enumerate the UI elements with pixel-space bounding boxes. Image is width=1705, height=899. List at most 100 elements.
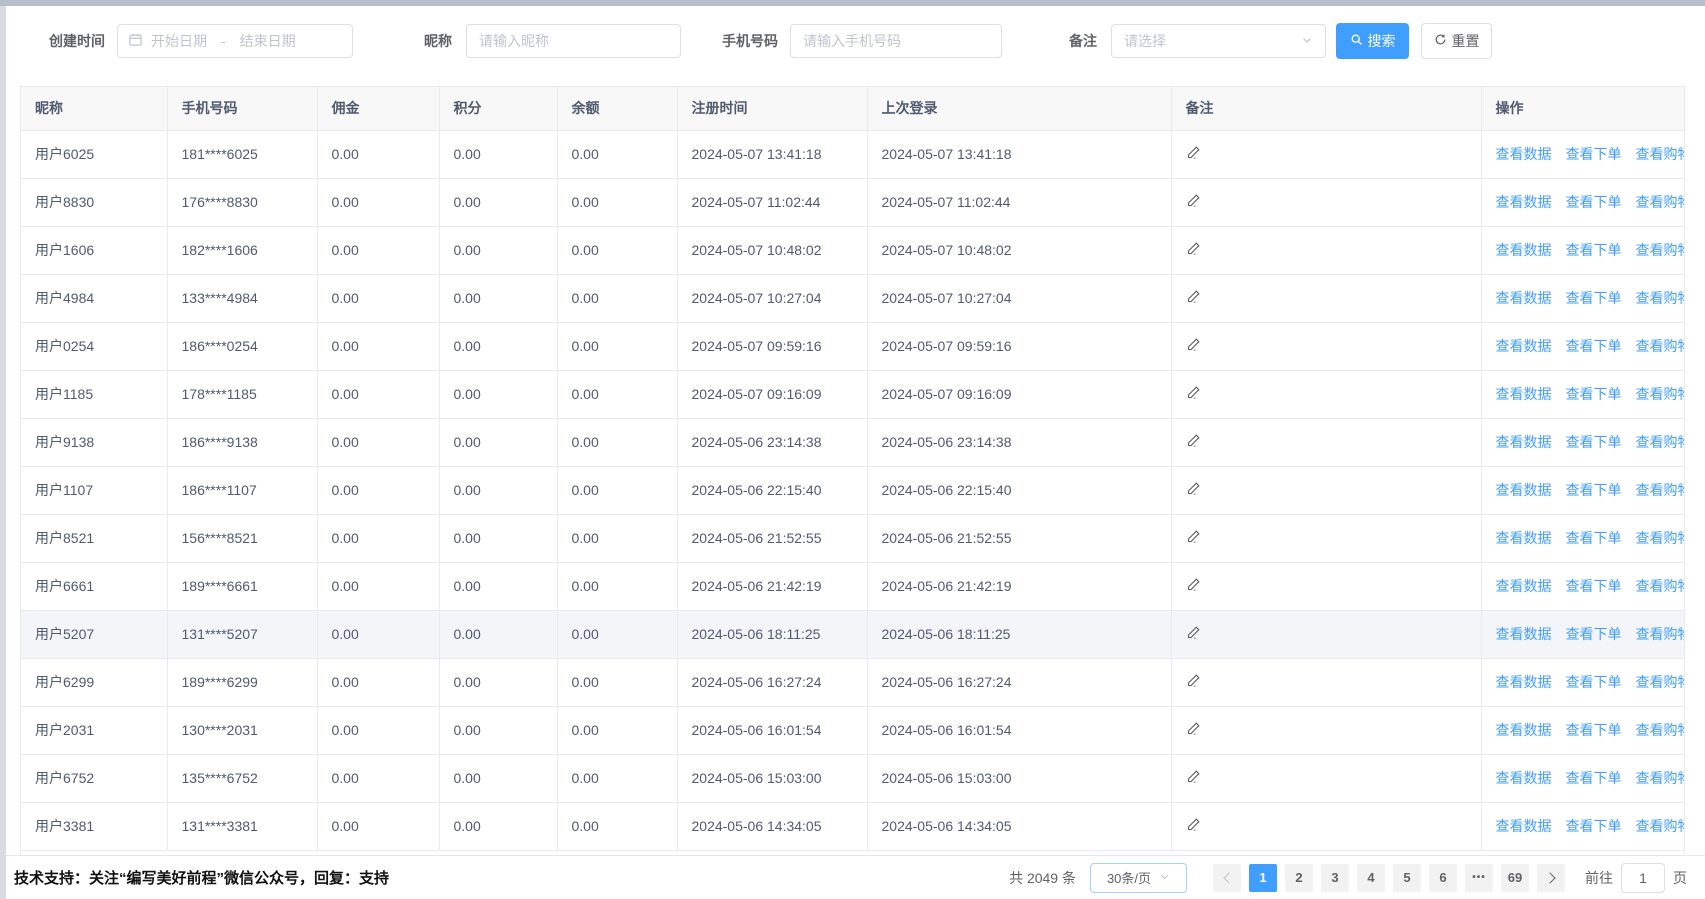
edit-remark-button[interactable] xyxy=(1186,625,1201,643)
cell-phone: 156****8521 xyxy=(167,514,317,562)
cell-last-login: 2024-05-06 16:27:24 xyxy=(867,658,1171,706)
view-orders-link[interactable]: 查看下单 xyxy=(1566,290,1622,306)
view-cart-link[interactable]: 查看购物车 xyxy=(1636,578,1686,594)
cell-actions: 查看数据查看下单查看购物车 xyxy=(1481,370,1685,418)
view-cart-link[interactable]: 查看购物车 xyxy=(1636,674,1686,690)
view-data-link[interactable]: 查看数据 xyxy=(1496,626,1552,642)
view-data-link[interactable]: 查看数据 xyxy=(1496,722,1552,738)
cell-actions: 查看数据查看下单查看购物车 xyxy=(1481,610,1685,658)
date-range-separator: - xyxy=(221,33,226,49)
edit-remark-button[interactable] xyxy=(1186,145,1201,163)
view-orders-link[interactable]: 查看下单 xyxy=(1566,626,1622,642)
cell-register-time: 2024-05-06 15:03:00 xyxy=(677,754,867,802)
date-range-picker[interactable]: 开始日期 - 结束日期 xyxy=(117,24,353,58)
cell-register-time: 2024-05-06 21:52:55 xyxy=(677,514,867,562)
view-data-link[interactable]: 查看数据 xyxy=(1496,770,1552,786)
view-data-link[interactable]: 查看数据 xyxy=(1496,146,1552,162)
reset-button-label: 重置 xyxy=(1452,31,1480,51)
view-cart-link[interactable]: 查看购物车 xyxy=(1636,434,1686,450)
cell-points: 0.00 xyxy=(439,514,557,562)
edit-remark-button[interactable] xyxy=(1186,721,1201,739)
view-orders-link[interactable]: 查看下单 xyxy=(1566,530,1622,546)
page-button-5[interactable]: 5 xyxy=(1393,864,1421,892)
edit-remark-button[interactable] xyxy=(1186,481,1201,499)
cell-phone: 176****8830 xyxy=(167,178,317,226)
cell-last-login: 2024-05-07 11:02:44 xyxy=(867,178,1171,226)
edit-remark-button[interactable] xyxy=(1186,385,1201,403)
view-data-link[interactable]: 查看数据 xyxy=(1496,194,1552,210)
phone-input[interactable]: 请输入手机号码 xyxy=(790,24,1002,58)
view-orders-link[interactable]: 查看下单 xyxy=(1566,338,1622,354)
edit-remark-button[interactable] xyxy=(1186,529,1201,547)
view-orders-link[interactable]: 查看下单 xyxy=(1566,578,1622,594)
view-cart-link[interactable]: 查看购物车 xyxy=(1636,242,1686,258)
edit-remark-button[interactable] xyxy=(1186,193,1201,211)
table-header-row: 昵称 手机号码 佣金 积分 余额 注册时间 上次登录 备注 操作 xyxy=(21,87,1685,130)
view-orders-link[interactable]: 查看下单 xyxy=(1566,770,1622,786)
remark-select[interactable]: 请选择 xyxy=(1111,24,1326,58)
view-cart-link[interactable]: 查看购物车 xyxy=(1636,338,1686,354)
view-cart-link[interactable]: 查看购物车 xyxy=(1636,530,1686,546)
page-button-3[interactable]: 3 xyxy=(1321,864,1349,892)
view-data-link[interactable]: 查看数据 xyxy=(1496,434,1552,450)
edit-remark-button[interactable] xyxy=(1186,769,1201,787)
more-pages-button[interactable]: ••• xyxy=(1465,864,1493,892)
page-button-69[interactable]: 69 xyxy=(1501,864,1529,892)
view-orders-link[interactable]: 查看下单 xyxy=(1566,722,1622,738)
page-button-4[interactable]: 4 xyxy=(1357,864,1385,892)
view-cart-link[interactable]: 查看购物车 xyxy=(1636,194,1686,210)
view-orders-link[interactable]: 查看下单 xyxy=(1566,434,1622,450)
view-data-link[interactable]: 查看数据 xyxy=(1496,482,1552,498)
view-data-link[interactable]: 查看数据 xyxy=(1496,818,1552,834)
view-cart-link[interactable]: 查看购物车 xyxy=(1636,818,1686,834)
view-orders-link[interactable]: 查看下单 xyxy=(1566,194,1622,210)
cell-nickname: 用户8830 xyxy=(21,178,167,226)
view-orders-link[interactable]: 查看下单 xyxy=(1566,674,1622,690)
view-cart-link[interactable]: 查看购物车 xyxy=(1636,146,1686,162)
view-data-link[interactable]: 查看数据 xyxy=(1496,674,1552,690)
edit-remark-button[interactable] xyxy=(1186,337,1201,355)
view-orders-link[interactable]: 查看下单 xyxy=(1566,386,1622,402)
view-cart-link[interactable]: 查看购物车 xyxy=(1636,386,1686,402)
next-page-button[interactable] xyxy=(1537,864,1565,892)
reset-button[interactable]: 重置 xyxy=(1421,23,1492,59)
view-data-link[interactable]: 查看数据 xyxy=(1496,530,1552,546)
page-button-2[interactable]: 2 xyxy=(1285,864,1313,892)
table-row: 用户9138186****91380.000.000.002024-05-06 … xyxy=(21,418,1685,466)
view-cart-link[interactable]: 查看购物车 xyxy=(1636,722,1686,738)
view-orders-link[interactable]: 查看下单 xyxy=(1566,146,1622,162)
page-size-select[interactable]: 30条/页 xyxy=(1090,863,1187,893)
edit-remark-button[interactable] xyxy=(1186,433,1201,451)
cell-actions: 查看数据查看下单查看购物车 xyxy=(1481,466,1685,514)
cell-phone: 181****6025 xyxy=(167,130,317,178)
cell-remark xyxy=(1171,418,1481,466)
jump-prefix: 前往 xyxy=(1585,868,1613,888)
edit-remark-button[interactable] xyxy=(1186,577,1201,595)
cell-remark xyxy=(1171,466,1481,514)
cell-balance: 0.00 xyxy=(557,466,677,514)
search-button[interactable]: 搜索 xyxy=(1336,23,1409,59)
view-data-link[interactable]: 查看数据 xyxy=(1496,290,1552,306)
edit-remark-button[interactable] xyxy=(1186,817,1201,835)
prev-page-button[interactable] xyxy=(1213,864,1241,892)
view-data-link[interactable]: 查看数据 xyxy=(1496,578,1552,594)
view-cart-link[interactable]: 查看购物车 xyxy=(1636,482,1686,498)
view-orders-link[interactable]: 查看下单 xyxy=(1566,818,1622,834)
view-orders-link[interactable]: 查看下单 xyxy=(1566,242,1622,258)
page-button-1[interactable]: 1 xyxy=(1249,864,1277,892)
edit-remark-button[interactable] xyxy=(1186,241,1201,259)
edit-remark-button[interactable] xyxy=(1186,673,1201,691)
page-button-6[interactable]: 6 xyxy=(1429,864,1457,892)
cell-commission: 0.00 xyxy=(317,370,439,418)
view-cart-link[interactable]: 查看购物车 xyxy=(1636,770,1686,786)
view-data-link[interactable]: 查看数据 xyxy=(1496,242,1552,258)
view-cart-link[interactable]: 查看购物车 xyxy=(1636,626,1686,642)
jump-page-input[interactable] xyxy=(1621,863,1665,893)
view-cart-link[interactable]: 查看购物车 xyxy=(1636,290,1686,306)
nickname-input[interactable]: 请输入昵称 xyxy=(466,24,681,58)
view-data-link[interactable]: 查看数据 xyxy=(1496,338,1552,354)
view-data-link[interactable]: 查看数据 xyxy=(1496,386,1552,402)
table-row: 用户6661189****66610.000.000.002024-05-06 … xyxy=(21,562,1685,610)
edit-remark-button[interactable] xyxy=(1186,289,1201,307)
view-orders-link[interactable]: 查看下单 xyxy=(1566,482,1622,498)
